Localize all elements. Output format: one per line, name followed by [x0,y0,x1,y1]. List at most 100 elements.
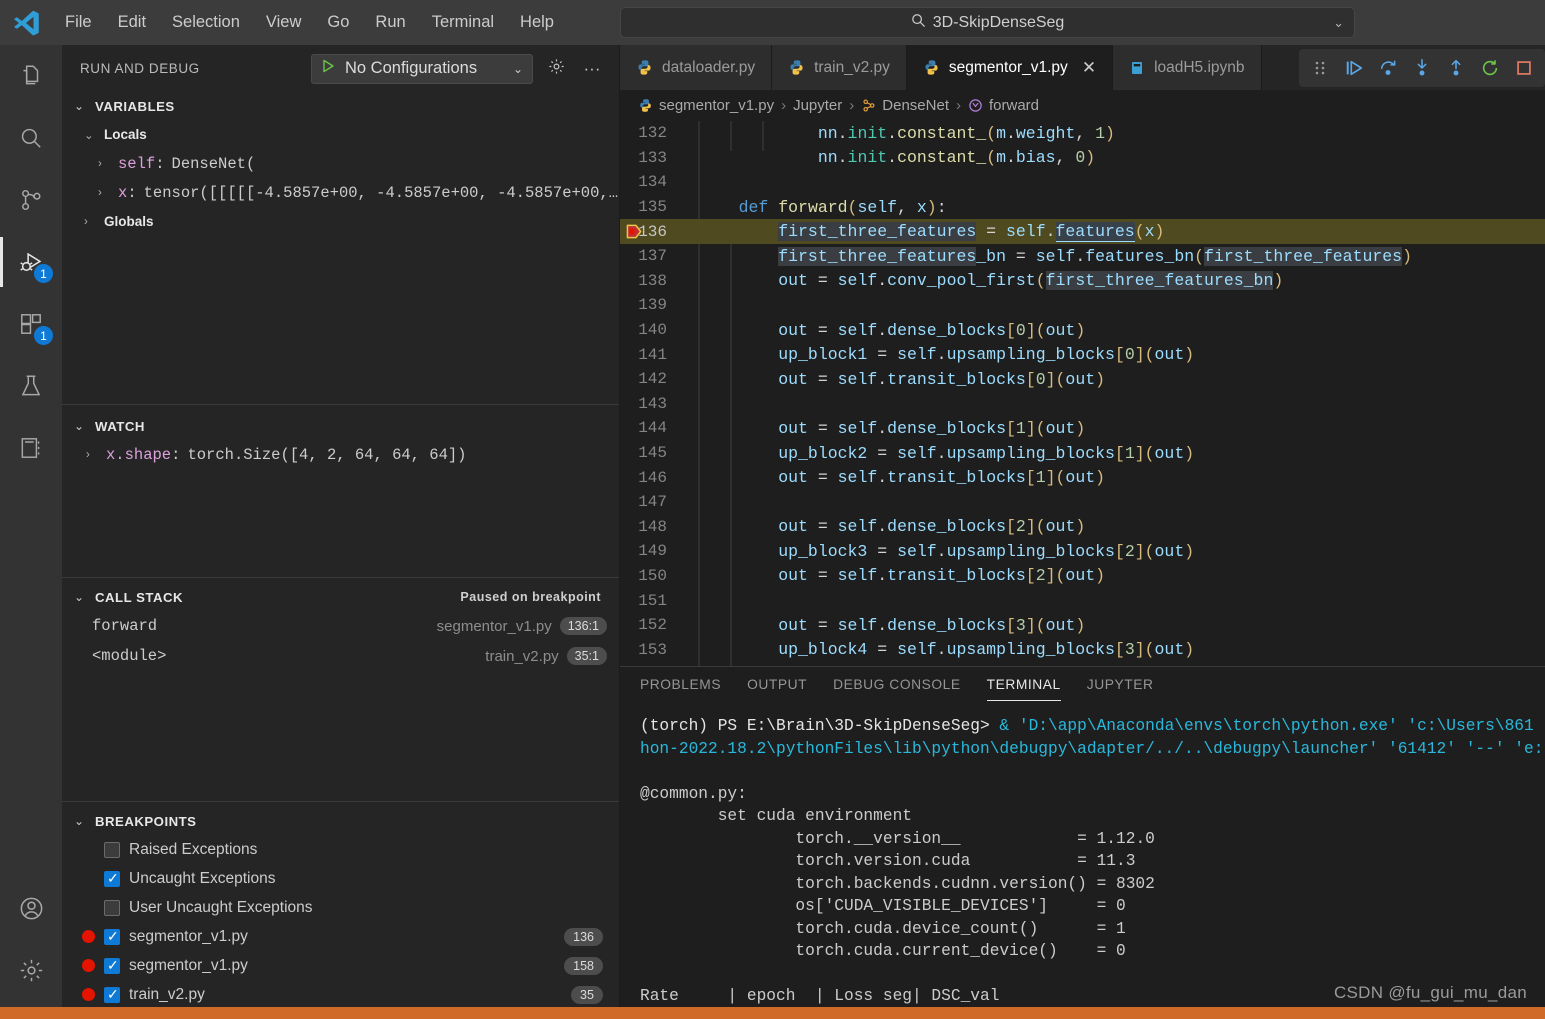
breakpoint-checkbox[interactable] [104,985,120,1003]
scope-globals[interactable]: › Globals [62,207,619,236]
watch-section-header[interactable]: ⌄ WATCH [62,412,619,440]
restart-icon[interactable] [1479,57,1501,79]
menu-go[interactable]: Go [314,0,362,45]
chevron-right-icon[interactable]: › [86,449,106,461]
sidebar-item-explorer[interactable] [0,45,62,107]
breakpoint-checkbox[interactable] [104,927,120,945]
chevron-down-icon[interactable]: ⌄ [513,62,523,76]
step-out-icon[interactable] [1445,57,1467,79]
breakpoint-row[interactable]: train_v2.py 35 [62,980,619,1009]
title-bar: File Edit Selection View Go Run Terminal… [0,0,1545,45]
call-stack-frame[interactable]: forward segmentor_v1.py 136:1 [62,611,619,641]
line-number: 146 [638,468,667,487]
run-and-debug-sidebar: RUN AND DEBUG No Configurations ⌄ ··· ⌄ … [62,45,620,1019]
chevron-right-icon[interactable]: › [98,187,118,199]
drag-handle-icon[interactable] [1309,57,1331,79]
manage-settings-button[interactable] [0,939,62,1001]
tab-dataloader-py[interactable]: dataloader.py [620,45,773,90]
accounts-button[interactable] [0,877,62,939]
tab-train-v2-py[interactable]: train_v2.py [772,45,907,90]
panel-tab-bar: PROBLEMS OUTPUT DEBUG CONSOLE TERMINAL J… [620,667,1545,703]
variables-section-header[interactable]: ⌄ VARIABLES [62,92,619,120]
breakpoints-section-header[interactable]: ⌄ BREAKPOINTS [62,807,619,835]
continue-icon[interactable] [1343,57,1365,79]
ellipsis-icon[interactable]: ··· [579,59,605,79]
breakpoint-checkbox[interactable] [104,841,120,858]
code-line: 132 nn.init.constant_(m.weight, 1) [620,121,1545,146]
breakpoint-checkbox[interactable] [104,899,120,916]
frame-position: 35:1 [566,647,607,665]
sidebar-item-extensions[interactable]: 1 [0,293,62,355]
variable-row[interactable]: › self: DenseNet( [62,149,619,178]
debug-badge: 1 [34,264,53,283]
watch-expression-row[interactable]: › x.shape: torch.Size([4, 2, 64, 64, 64]… [62,440,619,469]
breadcrumb-label: forward [988,97,1040,114]
tab-label: segmentor_v1.py [948,58,1068,76]
env-row-pad [1087,875,1097,893]
line-number: 153 [638,640,667,659]
tab-debug-console[interactable]: DEBUG CONSOLE [833,667,961,703]
breakpoint-checkbox[interactable] [104,869,120,887]
chevron-right-icon[interactable]: › [98,158,118,170]
sidebar-item-source-control[interactable] [0,169,62,231]
call-stack-section-header[interactable]: ⌄ CALL STACK Paused on breakpoint [62,583,619,611]
line-content: up_block4 = self.upsampling_blocks[3](ou… [778,640,1195,660]
activity-bar: 1 1 [0,45,62,1019]
tab-output[interactable]: OUTPUT [747,667,807,703]
line-number: 151 [638,591,667,610]
breakpoint-marker-icon[interactable] [626,223,643,240]
tab-problems[interactable]: PROBLEMS [640,667,721,703]
breakpoint-row[interactable]: Raised Exceptions [62,835,619,864]
menu-edit[interactable]: Edit [105,0,159,45]
code-editor[interactable]: 132 nn.init.constant_(m.weight, 1) 133 n… [620,121,1545,666]
call-stack-frame[interactable]: <module> train_v2.py 35:1 [62,641,619,671]
menu-file[interactable]: File [52,0,105,45]
sidebar-item-search[interactable] [0,107,62,169]
sidebar-item-notebook[interactable] [0,417,62,479]
code-line: 152 out = self.dense_blocks[3](out) [620,613,1545,638]
tab-loadh5-ipynb[interactable]: loadH5.ipynb [1113,45,1262,90]
breakpoint-line: 35 [571,985,603,1004]
call-stack-title: CALL STACK [95,589,184,605]
line-content: out = self.dense_blocks[3](out) [778,615,1086,635]
breakpoint-row[interactable]: User Uncaught Exceptions [62,893,619,922]
tab-segmentor-v1-py[interactable]: segmentor_v1.py ✕ [906,45,1114,90]
play-icon[interactable] [320,58,336,79]
breakpoint-dot [82,959,95,972]
menu-selection[interactable]: Selection [159,0,253,45]
line-content: up_block2 = self.upsampling_blocks[1](ou… [778,443,1195,463]
debug-configuration-select[interactable]: No Configurations ⌄ [311,53,533,84]
line-content: up_block3 = self.upsampling_blocks[2](ou… [778,541,1195,561]
breadcrumb-file[interactable]: segmentor_v1.py [638,97,774,114]
tab-terminal[interactable]: TERMINAL [986,667,1061,703]
breadcrumb-symbol-method[interactable]: forward [968,97,1039,114]
menu-view[interactable]: View [253,0,314,45]
vscode-window: File Edit Selection View Go Run Terminal… [0,0,1545,1019]
breadcrumb-symbol-class[interactable]: DenseNet [861,97,949,114]
sidebar-item-testing[interactable] [0,355,62,417]
breakpoint-line: 158 [564,956,603,975]
gear-icon[interactable] [543,57,569,81]
status-bar[interactable] [0,1007,1545,1019]
step-into-icon[interactable] [1411,57,1433,79]
quick-search-input[interactable]: 3D-SkipDenseSeg ⌄ [620,7,1355,38]
sidebar-item-run-and-debug[interactable]: 1 [0,231,62,293]
breakpoint-row[interactable]: segmentor_v1.py 158 [62,951,619,980]
variable-row[interactable]: › x: tensor([[[[[-4.5857e+00, -4.5857e+0… [62,178,619,207]
chevron-down-icon[interactable]: ⌄ [1333,15,1344,31]
menu-help[interactable]: Help [507,0,567,45]
tab-jupyter[interactable]: JUPYTER [1087,667,1154,703]
breadcrumb-symbol-jupyter[interactable]: Jupyter [793,97,842,114]
line-number: 140 [638,321,667,340]
stop-icon[interactable] [1513,57,1535,79]
step-over-icon[interactable] [1377,57,1399,79]
menu-terminal[interactable]: Terminal [419,0,507,45]
breakpoint-checkbox[interactable] [104,956,120,974]
terminal-output[interactable]: (torch) PS E:\Brain\3D-SkipDenseSeg> & '… [620,703,1545,1013]
close-icon[interactable]: ✕ [1082,58,1096,78]
breakpoint-row[interactable]: Uncaught Exceptions [62,864,619,893]
breakpoint-row[interactable]: segmentor_v1.py 136 [62,922,619,951]
scope-locals[interactable]: ⌄ Locals [62,120,619,149]
divider [62,801,619,802]
menu-run[interactable]: Run [362,0,418,45]
